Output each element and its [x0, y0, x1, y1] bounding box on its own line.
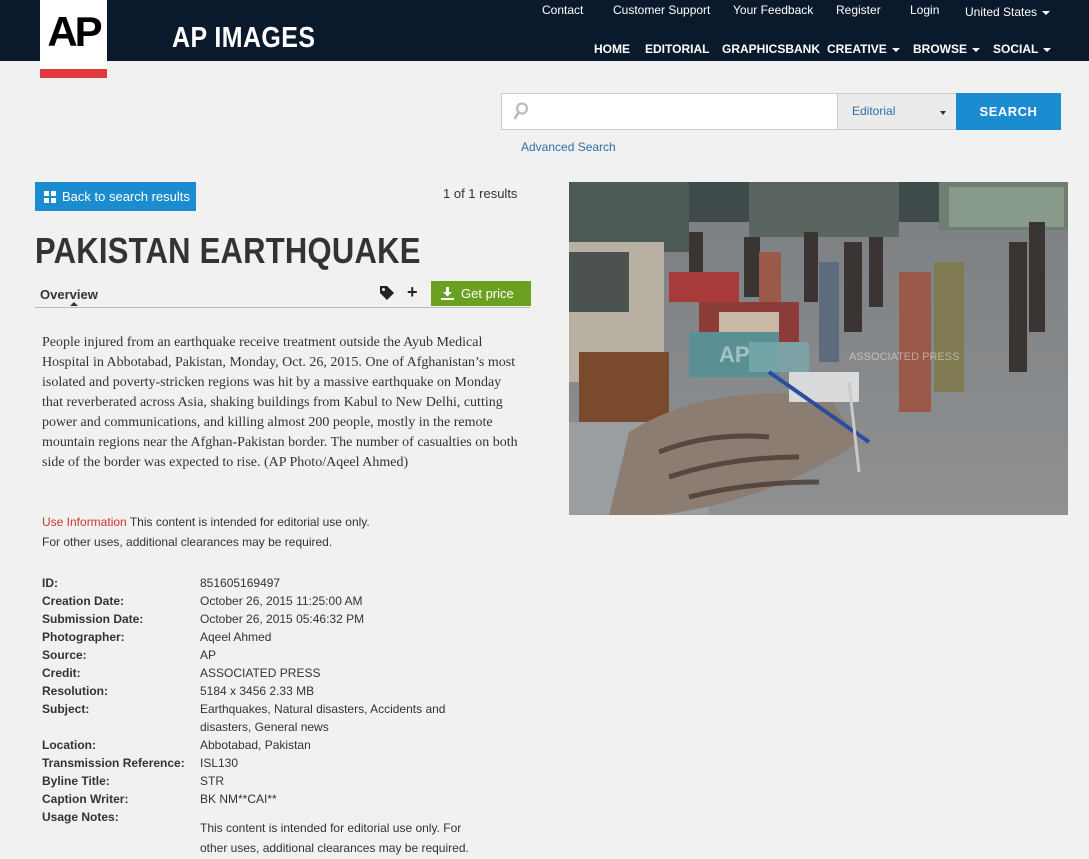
search-icon [513, 102, 529, 120]
meta-value: BK NM**CAI** [200, 792, 277, 806]
nav-social-label: SOCIAL [993, 42, 1039, 56]
meta-value: October 26, 2015 11:25:00 AM [200, 594, 363, 608]
meta-key: ID: [42, 576, 58, 590]
top-header: Contact Customer Support Your Feedback R… [0, 0, 1089, 61]
meta-key: Photographer: [42, 630, 125, 644]
nav-social[interactable]: SOCIAL [993, 42, 1052, 56]
tab-row: Overview + Get price [35, 281, 531, 308]
meta-value: Aqeel Ahmed [200, 630, 272, 644]
main-photo[interactable]: AP ASSOCIATED PRESS [569, 182, 1068, 515]
login-link[interactable]: Login [910, 3, 939, 17]
meta-key: Source: [42, 648, 87, 662]
search-scope-label: Editorial [852, 104, 896, 118]
meta-value: ISL130 [200, 756, 239, 770]
meta-key: Usage Notes: [42, 810, 119, 824]
get-price-label: Get price [461, 286, 514, 301]
use-information: Use Information This content is intended… [42, 512, 522, 552]
meta-key: Submission Date: [42, 612, 144, 626]
meta-key: Byline Title: [42, 774, 110, 788]
download-icon [441, 287, 454, 300]
back-to-results-label: Back to search results [62, 189, 190, 204]
watermark-text: ASSOCIATED PRESS [849, 351, 959, 363]
customer-support-link[interactable]: Customer Support [613, 3, 710, 17]
search-bar: Editorial SEARCH [501, 93, 1061, 131]
meta-key: Credit: [42, 666, 81, 680]
nav-browse[interactable]: BROWSE [913, 42, 980, 56]
nav-creative-label: CREATIVE [827, 42, 887, 56]
chevron-down-icon [972, 47, 980, 52]
chevron-down-icon [891, 47, 900, 52]
chevron-down-icon [1043, 47, 1052, 52]
search-button[interactable]: SEARCH [956, 93, 1061, 130]
meta-value: 851605169497 [200, 576, 281, 590]
tab-overview[interactable]: Overview [40, 287, 98, 302]
search-input[interactable] [536, 94, 835, 131]
ap-logo[interactable]: AP [40, 0, 107, 78]
nav-home[interactable]: HOME [594, 42, 630, 56]
your-feedback-link[interactable]: Your Feedback [733, 3, 813, 17]
caption-text: People injured from an earthquake receiv… [42, 335, 518, 470]
nav-creative[interactable]: CREATIVE [827, 42, 900, 56]
country-label: United States [965, 5, 1038, 19]
main-nav: HOME EDITORIAL GRAPHICSBANK CREATIVE BRO… [0, 42, 1089, 56]
meta-value: ASSOCIATED PRESS [200, 666, 321, 680]
use-information-text-2: For other uses, additional clearances ma… [42, 535, 333, 549]
meta-value: AP [200, 648, 217, 662]
tag-icon[interactable] [379, 285, 395, 301]
meta-value: Earthquakes, Natural disasters, Accident… [200, 702, 446, 734]
meta-value: STR [200, 774, 224, 788]
dropdown-arrow-icon [940, 111, 946, 115]
meta-value: Abbotabad, Pakistan [200, 738, 311, 752]
search-scope-select[interactable]: Editorial [838, 93, 956, 130]
nav-browse-label: BROWSE [913, 42, 967, 56]
ap-logo-text: AP [47, 8, 102, 55]
meta-key: Transmission Reference: [42, 756, 185, 770]
nav-editorial[interactable]: EDITORIAL [645, 42, 709, 56]
advanced-search-link[interactable]: Advanced Search [521, 140, 616, 154]
grid-icon [44, 191, 56, 203]
nav-graphicsbank[interactable]: GRAPHICSBANK [722, 42, 820, 56]
back-to-results-button[interactable]: Back to search results [35, 182, 196, 211]
meta-key: Creation Date: [42, 594, 125, 608]
logo-red-bar [40, 69, 107, 78]
meta-value: 5184 x 3456 2.33 MB [200, 684, 315, 698]
watermark-logo: AP [719, 342, 750, 367]
meta-key: Caption Writer: [42, 792, 129, 806]
tab-active-indicator [70, 302, 78, 306]
results-count: 1 of 1 results [443, 186, 518, 201]
get-price-button[interactable]: Get price [431, 281, 531, 306]
contact-link[interactable]: Contact [542, 3, 583, 17]
add-to-lightbox-icon[interactable]: + [407, 282, 418, 303]
meta-key: Subject: [42, 702, 90, 716]
page-title: PAKISTAN EARTHQUAKE [35, 230, 421, 271]
use-information-link[interactable]: Use Information [42, 515, 127, 529]
chevron-down-icon [1042, 10, 1051, 15]
meta-key: Resolution: [42, 684, 108, 698]
meta-key: Location: [42, 738, 96, 752]
use-information-text: This content is intended for editorial u… [129, 515, 370, 529]
register-link[interactable]: Register [836, 3, 881, 17]
meta-value: October 26, 2015 05:46:32 PM [200, 612, 365, 626]
earthquake-photo-image: AP ASSOCIATED PRESS [569, 182, 1068, 515]
search-box [501, 93, 838, 131]
country-selector[interactable]: United States [965, 5, 1051, 19]
meta-value: This content is intended for editorial u… [200, 821, 469, 855]
